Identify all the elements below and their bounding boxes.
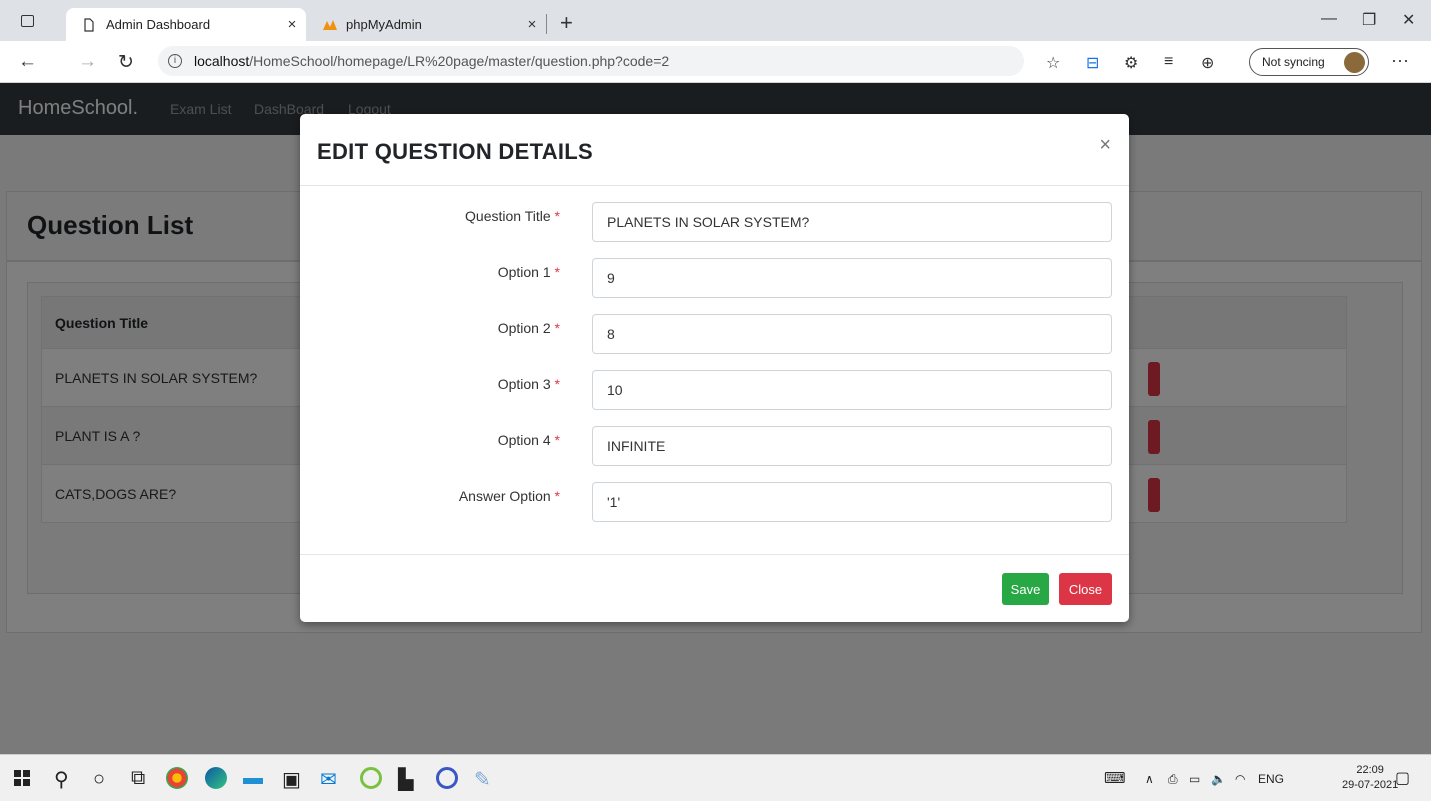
browser-toolbar: ← → ↻ i localhost/HomeSchool/homepage/LR…	[0, 41, 1431, 83]
close-tab-icon[interactable]: ×	[278, 16, 306, 33]
modal-title: EDIT QUESTION DETAILS	[317, 139, 594, 164]
question-title-label: Question Title *	[465, 208, 560, 224]
wifi-icon[interactable]: ◠	[1235, 772, 1245, 786]
search-icon[interactable]: ⚲	[54, 767, 69, 792]
option-3-label: Option 3 *	[498, 376, 560, 392]
page-icon	[82, 17, 96, 32]
close-icon[interactable]: ×	[1099, 134, 1111, 157]
modal-footer: Save Close	[300, 554, 1129, 622]
close-tab-icon[interactable]: ×	[518, 16, 546, 33]
form-row-option-2: Option 2 *	[300, 314, 1129, 356]
clock-time: 22:09	[1356, 764, 1384, 776]
required-marker: *	[554, 264, 560, 280]
chevron-up-icon[interactable]: ∧	[1145, 772, 1154, 786]
option-2-input[interactable]	[592, 314, 1112, 354]
windows-start-icon[interactable]	[14, 769, 30, 792]
form-row-answer-option: Answer Option *	[300, 482, 1129, 524]
label-text: Option 4	[497, 432, 551, 448]
clock[interactable]: 22:09 29-07-2021	[1342, 763, 1398, 793]
modal-header: EDIT QUESTION DETAILS ×	[300, 114, 1129, 186]
web-page: HomeSchool. Exam List DashBoard Logout Q…	[0, 83, 1431, 754]
task-view-icon[interactable]: ⧉	[131, 767, 145, 790]
required-marker: *	[554, 488, 560, 504]
phpmyadmin-icon	[322, 18, 337, 32]
back-icon[interactable]: ←	[18, 51, 37, 73]
forward-icon[interactable]: →	[78, 51, 97, 73]
url-host: localhost	[194, 53, 250, 69]
app-ring-icon[interactable]	[360, 767, 382, 789]
close-button[interactable]: Close	[1059, 573, 1112, 605]
tab-phpmyadmin[interactable]: phpMyAdmin ×	[306, 8, 546, 41]
keyboard-icon[interactable]: ⌨	[1104, 769, 1126, 787]
tab-separator	[546, 14, 547, 34]
url-path: /HomeSchool/homepage/LR%20page/master/qu…	[249, 53, 670, 69]
required-marker: *	[554, 432, 560, 448]
question-title-input[interactable]	[592, 202, 1112, 242]
restore-button[interactable]: ❐	[1362, 10, 1376, 30]
cortana-icon[interactable]: ○	[93, 768, 105, 791]
volume-icon[interactable]: 🔈	[1211, 772, 1226, 786]
language-indicator[interactable]: ENG	[1258, 772, 1284, 786]
label-text: Question Title	[465, 208, 551, 224]
sticky-notes-icon[interactable]: ▙	[398, 767, 413, 792]
window-close-button[interactable]: ✕	[1402, 10, 1415, 30]
favorite-icon[interactable]: ☆	[1046, 53, 1060, 73]
immersive-reader-icon[interactable]: ⊟	[1086, 53, 1099, 73]
required-marker: *	[554, 320, 560, 336]
chrome-icon[interactable]	[166, 767, 188, 789]
paint-icon[interactable]: ✎	[474, 767, 491, 792]
label-text: Option 3	[497, 376, 551, 392]
option-1-label: Option 1 *	[498, 264, 560, 280]
minimize-button[interactable]: —	[1321, 10, 1337, 28]
form-row-option-1: Option 1 *	[300, 258, 1129, 300]
required-marker: *	[554, 208, 560, 224]
browser-tab-bar: Admin Dashboard × phpMyAdmin × + — ❐ ✕	[0, 0, 1431, 41]
mail-icon[interactable]: ✉	[320, 767, 337, 792]
avatar	[1344, 52, 1365, 73]
option-4-label: Option 4 *	[498, 432, 560, 448]
required-marker: *	[554, 376, 560, 392]
tab-title: phpMyAdmin	[346, 17, 422, 32]
app-circle-icon[interactable]	[436, 767, 458, 789]
usb-icon[interactable]: ⎙	[1168, 772, 1178, 787]
option-4-input[interactable]	[592, 426, 1112, 466]
battery-icon[interactable]: ▭	[1189, 772, 1200, 786]
more-options-icon[interactable]: ···	[1391, 50, 1409, 71]
label-text: Answer Option	[458, 488, 551, 504]
form-row-option-4: Option 4 *	[300, 426, 1129, 468]
address-bar[interactable]: i localhost/HomeSchool/homepage/LR%20pag…	[158, 46, 1024, 76]
new-tab-button[interactable]: +	[560, 10, 573, 36]
label-text: Option 2	[497, 320, 551, 336]
label-text: Option 1	[497, 264, 551, 280]
file-explorer-icon[interactable]: ▬	[243, 767, 263, 790]
option-3-input[interactable]	[592, 370, 1112, 410]
option-2-label: Option 2 *	[498, 320, 560, 336]
favorites-list-icon[interactable]: ≡	[1164, 53, 1173, 71]
answer-option-input[interactable]	[592, 482, 1112, 522]
profile-sync-button[interactable]: Not syncing	[1249, 48, 1369, 76]
windows-taskbar: ⚲ ○ ⧉ ▬ ▣ ✉ ▙ ✎ ⌨ ∧ ⎙ ▭ 🔈 ◠ ENG 22:09 29…	[0, 754, 1431, 801]
tab-actions-icon[interactable]	[21, 15, 34, 27]
tab-admin-dashboard[interactable]: Admin Dashboard ×	[66, 8, 306, 41]
notifications-icon[interactable]: ▢	[1395, 768, 1410, 788]
sync-label: Not syncing	[1262, 55, 1325, 69]
refresh-icon[interactable]: ↻	[118, 51, 134, 74]
form-row-option-3: Option 3 *	[300, 370, 1129, 412]
store-icon[interactable]: ▣	[282, 767, 301, 792]
clock-date: 29-07-2021	[1342, 779, 1399, 791]
edit-question-modal: EDIT QUESTION DETAILS × Question Title *…	[300, 114, 1129, 622]
form-row-question-title: Question Title *	[300, 202, 1129, 244]
extensions-icon[interactable]: ⚙	[1124, 53, 1138, 73]
collections-icon[interactable]: ⊕	[1201, 53, 1214, 73]
answer-option-label: Answer Option *	[459, 488, 560, 504]
edge-icon[interactable]	[205, 767, 227, 789]
tab-title: Admin Dashboard	[106, 17, 211, 32]
info-icon[interactable]: i	[168, 54, 182, 68]
option-1-input[interactable]	[592, 258, 1112, 298]
save-button[interactable]: Save	[1002, 573, 1049, 605]
